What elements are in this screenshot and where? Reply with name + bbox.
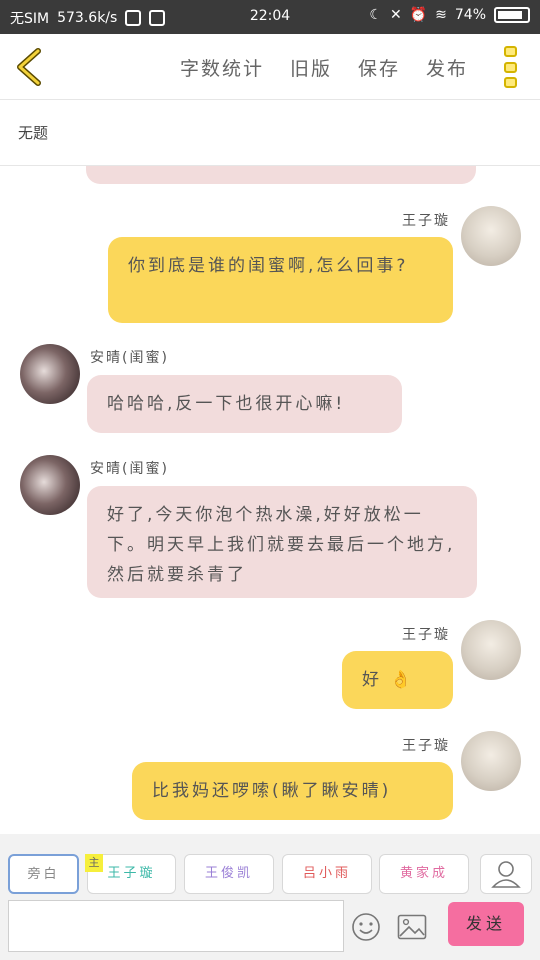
sender-name: 王子璇 xyxy=(402,213,450,229)
send-button[interactable]: 发送 xyxy=(448,902,524,946)
status-right: ☾ ✕ ⏰ ≋ 74% xyxy=(369,7,530,23)
message-bubble[interactable]: 好了,今天你泡个热水澡,好好放松一下。明天早上我们就要去最后一个地方,然后就要杀… xyxy=(87,486,477,598)
image-icon[interactable] xyxy=(397,914,427,940)
editor-header: 字数统计 旧版 保存 发布 xyxy=(0,34,540,100)
battery-percent: 74% xyxy=(454,7,486,23)
avatar[interactable] xyxy=(20,455,80,515)
more-menu-icon[interactable] xyxy=(504,46,518,88)
avatar[interactable] xyxy=(461,731,521,791)
message-text: 好 xyxy=(362,670,382,690)
composer: 旁白 王子璇 王俊凯 吕小雨 黄家成 主 发送 xyxy=(0,834,540,960)
save-button[interactable]: 保存 xyxy=(358,54,400,81)
header-actions: 字数统计 旧版 保存 发布 xyxy=(180,54,468,81)
battery-icon xyxy=(494,7,530,23)
user-glyph xyxy=(491,861,521,888)
sender-name: 王子璇 xyxy=(402,738,450,754)
moon-icon: ☾ xyxy=(369,7,382,23)
avatar[interactable] xyxy=(461,206,521,266)
old-version-button[interactable]: 旧版 xyxy=(290,54,332,81)
user-icon[interactable] xyxy=(480,854,532,894)
main-role-tag: 主 xyxy=(85,854,103,872)
message-bubble[interactable] xyxy=(86,166,476,184)
back-icon[interactable] xyxy=(14,48,44,86)
message-bubble[interactable]: 比我妈还啰嗦(瞅了瞅安晴) xyxy=(132,762,453,820)
role-huang-jiacheng[interactable]: 黄家成 xyxy=(379,854,469,894)
sender-name: 王子璇 xyxy=(402,627,450,643)
message-bubble[interactable]: 你到底是谁的闺蜜啊,怎么回事? xyxy=(108,237,453,323)
title-row[interactable]: 无题 xyxy=(0,100,540,166)
story-title[interactable]: 无题 xyxy=(18,122,48,143)
message-bubble[interactable]: 好 👌 xyxy=(342,651,453,709)
chat-area[interactable]: 王子璇 你到底是谁的闺蜜啊,怎么回事? 安晴(闺蜜) 哈哈哈,反一下也很开心嘛!… xyxy=(0,166,540,834)
publish-button[interactable]: 发布 xyxy=(426,54,468,81)
message-input[interactable] xyxy=(8,900,344,952)
role-narrator[interactable]: 旁白 xyxy=(8,854,79,894)
status-bar: 无SIM 573.6k/s 22:04 ☾ ✕ ⏰ ≋ 74% xyxy=(0,0,540,34)
role-wang-junkai[interactable]: 王俊凯 xyxy=(184,854,274,894)
wifi-icon: ≋ xyxy=(435,7,447,23)
emoji-icon[interactable] xyxy=(351,912,381,942)
sender-name: 安晴(闺蜜) xyxy=(90,461,169,477)
ok-hand-emoji: 👌 xyxy=(390,670,415,690)
avatar[interactable] xyxy=(461,620,521,680)
alarm-icon: ⏰ xyxy=(409,7,428,23)
mute-icon: ✕ xyxy=(389,7,402,23)
word-count-button[interactable]: 字数统计 xyxy=(180,54,264,81)
sender-name: 安晴(闺蜜) xyxy=(90,350,169,366)
message-bubble[interactable]: 哈哈哈,反一下也很开心嘛! xyxy=(87,375,402,433)
avatar[interactable] xyxy=(20,344,80,404)
role-lv-xiaoyu[interactable]: 吕小雨 xyxy=(282,854,372,894)
